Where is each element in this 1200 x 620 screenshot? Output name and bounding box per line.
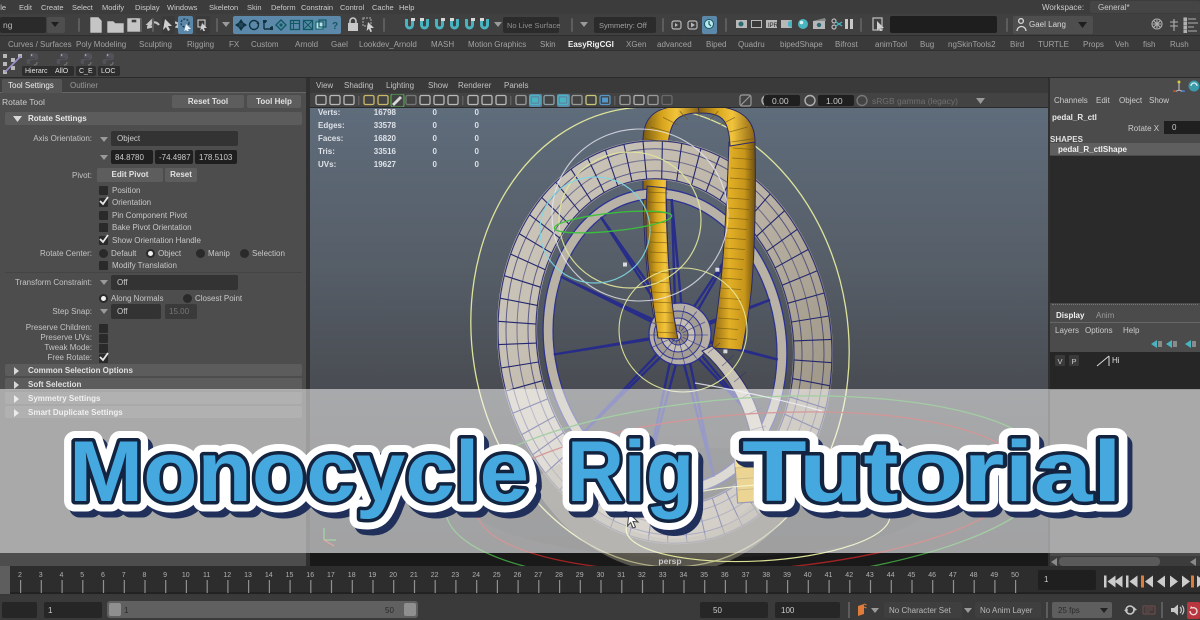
- svg-text:Verts:: Verts:: [318, 108, 340, 117]
- svg-text:6: 6: [101, 572, 105, 579]
- svg-text:16798: 16798: [374, 108, 397, 117]
- svg-text:Rig: Rig: [567, 424, 694, 520]
- svg-text:29: 29: [576, 572, 584, 579]
- svg-text:38: 38: [762, 572, 770, 579]
- svg-text:0: 0: [475, 160, 480, 169]
- svg-text:21: 21: [410, 572, 418, 579]
- svg-text:33516: 33516: [374, 147, 397, 156]
- svg-text:7: 7: [122, 572, 126, 579]
- svg-text:40: 40: [804, 572, 812, 579]
- svg-text:35: 35: [700, 572, 708, 579]
- svg-text:30: 30: [597, 572, 605, 579]
- svg-text:37: 37: [742, 572, 750, 579]
- svg-text:34: 34: [680, 572, 688, 579]
- svg-text:2: 2: [18, 572, 22, 579]
- svg-text:19627: 19627: [374, 160, 397, 169]
- svg-text:0: 0: [433, 134, 438, 143]
- svg-text:9: 9: [163, 572, 167, 579]
- svg-text:50: 50: [1011, 572, 1019, 579]
- svg-text:28: 28: [555, 572, 563, 579]
- svg-text:0: 0: [433, 121, 438, 130]
- svg-text:45: 45: [908, 572, 916, 579]
- svg-text:Monocycle: Monocycle: [69, 424, 529, 520]
- svg-text:12: 12: [223, 572, 231, 579]
- svg-text:UVs:: UVs:: [318, 160, 336, 169]
- svg-text:20: 20: [389, 572, 397, 579]
- svg-text:0: 0: [475, 121, 480, 130]
- svg-text:25: 25: [493, 572, 501, 579]
- svg-text:11: 11: [203, 572, 210, 579]
- svg-text:10: 10: [182, 572, 190, 579]
- svg-text:26: 26: [514, 572, 522, 579]
- svg-text:0: 0: [475, 147, 480, 156]
- svg-text:47: 47: [949, 572, 957, 579]
- svg-text:1.00: 1.00: [826, 96, 843, 106]
- svg-text:8: 8: [142, 572, 146, 579]
- svg-text:48: 48: [970, 572, 978, 579]
- svg-text:0: 0: [475, 134, 480, 143]
- svg-text:?: ?: [332, 21, 338, 31]
- svg-text:23: 23: [451, 572, 459, 579]
- svg-text:32: 32: [638, 572, 646, 579]
- svg-text:18: 18: [348, 572, 356, 579]
- svg-text:sRGB gamma (legacy): sRGB gamma (legacy): [872, 96, 958, 106]
- svg-text:14: 14: [265, 572, 273, 579]
- svg-text:43: 43: [866, 572, 874, 579]
- svg-text:15: 15: [286, 572, 294, 579]
- svg-text:46: 46: [928, 572, 936, 579]
- svg-text:IPR: IPR: [768, 23, 778, 29]
- svg-text:24: 24: [472, 572, 480, 579]
- svg-text:16820: 16820: [374, 134, 397, 143]
- svg-text:0: 0: [433, 108, 438, 117]
- svg-text:41: 41: [825, 572, 833, 579]
- svg-text:5: 5: [80, 572, 84, 579]
- svg-text:33578: 33578: [374, 121, 397, 130]
- svg-text:3: 3: [39, 572, 43, 579]
- svg-text:0: 0: [433, 147, 438, 156]
- svg-text:39: 39: [783, 572, 791, 579]
- svg-text:42: 42: [845, 572, 853, 579]
- svg-text:36: 36: [721, 572, 729, 579]
- svg-text:22: 22: [431, 572, 439, 579]
- svg-text:0.00: 0.00: [772, 96, 789, 106]
- svg-text:13: 13: [244, 572, 252, 579]
- svg-text:33: 33: [659, 572, 667, 579]
- svg-text:Tutorial: Tutorial: [742, 424, 1122, 520]
- svg-text:31: 31: [617, 572, 625, 579]
- svg-text:19: 19: [369, 572, 377, 579]
- svg-text:16: 16: [306, 572, 314, 579]
- svg-text:49: 49: [990, 572, 998, 579]
- svg-text:4: 4: [60, 572, 64, 579]
- svg-text:17: 17: [327, 572, 335, 579]
- svg-text:44: 44: [887, 572, 895, 579]
- svg-text:0: 0: [475, 108, 480, 117]
- svg-text:Edges:: Edges:: [318, 121, 345, 130]
- svg-text:27: 27: [534, 572, 542, 579]
- svg-text:Faces:: Faces:: [318, 134, 343, 143]
- svg-text:Tris:: Tris:: [318, 147, 335, 156]
- svg-text:0: 0: [433, 160, 438, 169]
